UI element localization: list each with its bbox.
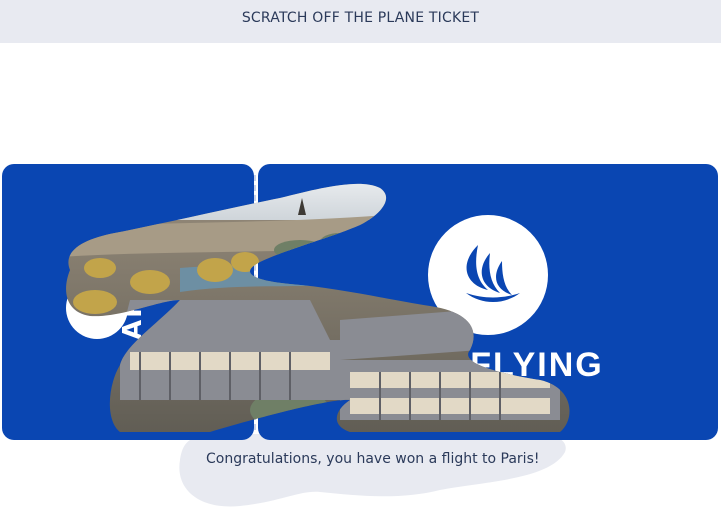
- win-message: Congratulations, you have won a flight t…: [206, 451, 540, 467]
- scratch-reveal-area[interactable]: [0, 0, 721, 520]
